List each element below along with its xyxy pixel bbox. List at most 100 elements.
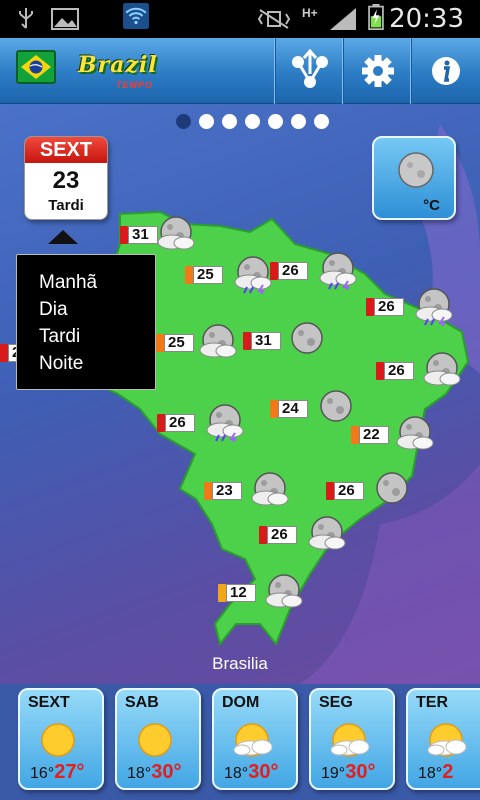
moon-cloud-icon	[199, 324, 237, 358]
period-menu: Manhã Dia Tardi Noite	[16, 254, 156, 390]
gallery-icon	[51, 8, 79, 30]
map-weather-icon	[395, 414, 437, 459]
forecast-day-label: DOM	[222, 694, 260, 711]
moon-icon	[376, 472, 408, 504]
marker-temperature: 24	[278, 400, 308, 418]
temperature-flag	[120, 226, 128, 244]
sun-icon	[138, 723, 172, 757]
calendar-day: 23	[52, 167, 80, 194]
share-icon	[292, 48, 328, 88]
marker-temperature: 26	[165, 414, 195, 432]
forecast-strip: SEXT 16°27° SAB 18°30° DOM 18°30° SEG 19°30° TER…	[0, 688, 480, 800]
forecast-day-label: TER	[416, 694, 448, 711]
usb-icon	[19, 8, 33, 29]
forecast-day-label: SEXT	[28, 694, 70, 711]
moon-cloud-icon	[157, 216, 195, 250]
temperature-flag	[376, 362, 384, 380]
menu-item-afternoon[interactable]: Tardi	[39, 323, 155, 350]
temperature-flag	[270, 400, 278, 418]
forecast-high: 30°	[151, 761, 182, 783]
forecast-temps: 18°30°	[127, 761, 181, 784]
network-type: H+	[302, 6, 318, 20]
marker-temperature: 22	[359, 426, 389, 444]
moon-cloud-icon	[396, 416, 434, 450]
map-weather-icon	[414, 286, 456, 331]
wifi-icon	[123, 3, 149, 29]
marker-temperature: 26	[334, 482, 364, 500]
marker-temperature: 26	[278, 262, 308, 280]
date-calendar-button[interactable]: SEXT 23 Tardi	[24, 136, 108, 220]
forecast-low: 18°	[418, 765, 443, 782]
moon-icon	[320, 390, 352, 422]
temperature-unit-button[interactable]: °C	[372, 136, 456, 220]
forecast-high: 30°	[248, 761, 279, 783]
brazil-flag-icon[interactable]	[16, 50, 56, 84]
forecast-day-card[interactable]: DOM 18°30°	[212, 688, 298, 790]
moon-storm-icon	[415, 288, 453, 329]
moon-cloud-icon	[251, 472, 289, 506]
map-weather-icon	[318, 250, 360, 295]
battery-icon	[368, 4, 384, 30]
share-button[interactable]	[276, 38, 344, 104]
forecast-temps: 16°27°	[30, 761, 84, 784]
moon-icon	[291, 322, 323, 354]
header-divider	[274, 38, 275, 104]
menu-item-morning[interactable]: Manhã	[39, 269, 155, 296]
settings-button[interactable]	[344, 38, 412, 104]
marker-temperature: 26	[374, 298, 404, 316]
temperature-flag	[270, 262, 278, 280]
menu-item-night[interactable]: Noite	[39, 350, 155, 377]
unit-label: °C	[423, 197, 440, 214]
marker-temperature: 31	[251, 332, 281, 350]
status-bar: H+ 20:33	[0, 0, 480, 38]
forecast-high: 27°	[54, 761, 85, 783]
temperature-flag	[204, 482, 212, 500]
sun-icon	[41, 723, 75, 757]
forecast-high: 30°	[345, 761, 376, 783]
moon-storm-icon	[234, 256, 272, 297]
status-time: 20:33	[389, 4, 464, 34]
marker-temperature: 26	[384, 362, 414, 380]
map-weather-icon	[250, 470, 292, 515]
gear-icon	[362, 55, 394, 87]
app-logo-subtitle: TEMPO	[116, 80, 154, 90]
temperature-flag	[157, 414, 165, 432]
forecast-day-label: SAB	[125, 694, 159, 711]
moon-icon	[398, 152, 434, 188]
forecast-low: 16°	[30, 765, 55, 782]
map-weather-icon	[198, 322, 240, 367]
map-weather-icon	[205, 402, 247, 447]
header-divider	[410, 38, 411, 104]
temperature-flag	[185, 266, 193, 284]
sun-cloud-icon	[233, 723, 273, 757]
forecast-day-card[interactable]: SEG 19°30°	[309, 688, 395, 790]
marker-temperature: 26	[267, 526, 297, 544]
map-weather-icon	[264, 572, 306, 617]
temperature-flag	[366, 298, 374, 316]
temperature-flag	[351, 426, 359, 444]
menu-item-day[interactable]: Dia	[39, 296, 155, 323]
forecast-day-card[interactable]: TER 18°2	[406, 688, 480, 790]
forecast-temps: 18°30°	[224, 761, 278, 784]
map-weather-icon	[307, 514, 349, 559]
marker-temperature: 12	[226, 584, 256, 602]
forecast-day-card[interactable]: SEXT 16°27°	[18, 688, 104, 790]
vibrate-icon	[257, 9, 291, 29]
app-logo: Brazil	[78, 52, 158, 78]
sun-cloud-icon	[330, 723, 370, 757]
header-divider	[342, 38, 343, 104]
forecast-day-card[interactable]: SAB 18°30°	[115, 688, 201, 790]
sun-cloud-icon	[427, 723, 467, 757]
forecast-low: 18°	[127, 765, 152, 782]
moon-storm-icon	[319, 252, 357, 293]
temperature-flag	[259, 526, 267, 544]
moon-cloud-icon	[308, 516, 346, 550]
marker-temperature: 25	[164, 334, 194, 352]
temperature-flag	[218, 584, 226, 602]
map-weather-icon	[156, 214, 198, 259]
info-button[interactable]	[412, 38, 480, 104]
marker-temperature: 25	[193, 266, 223, 284]
map-weather-icon	[372, 470, 414, 515]
moon-cloud-icon	[423, 352, 461, 386]
city-name: Brasilia	[212, 654, 268, 673]
